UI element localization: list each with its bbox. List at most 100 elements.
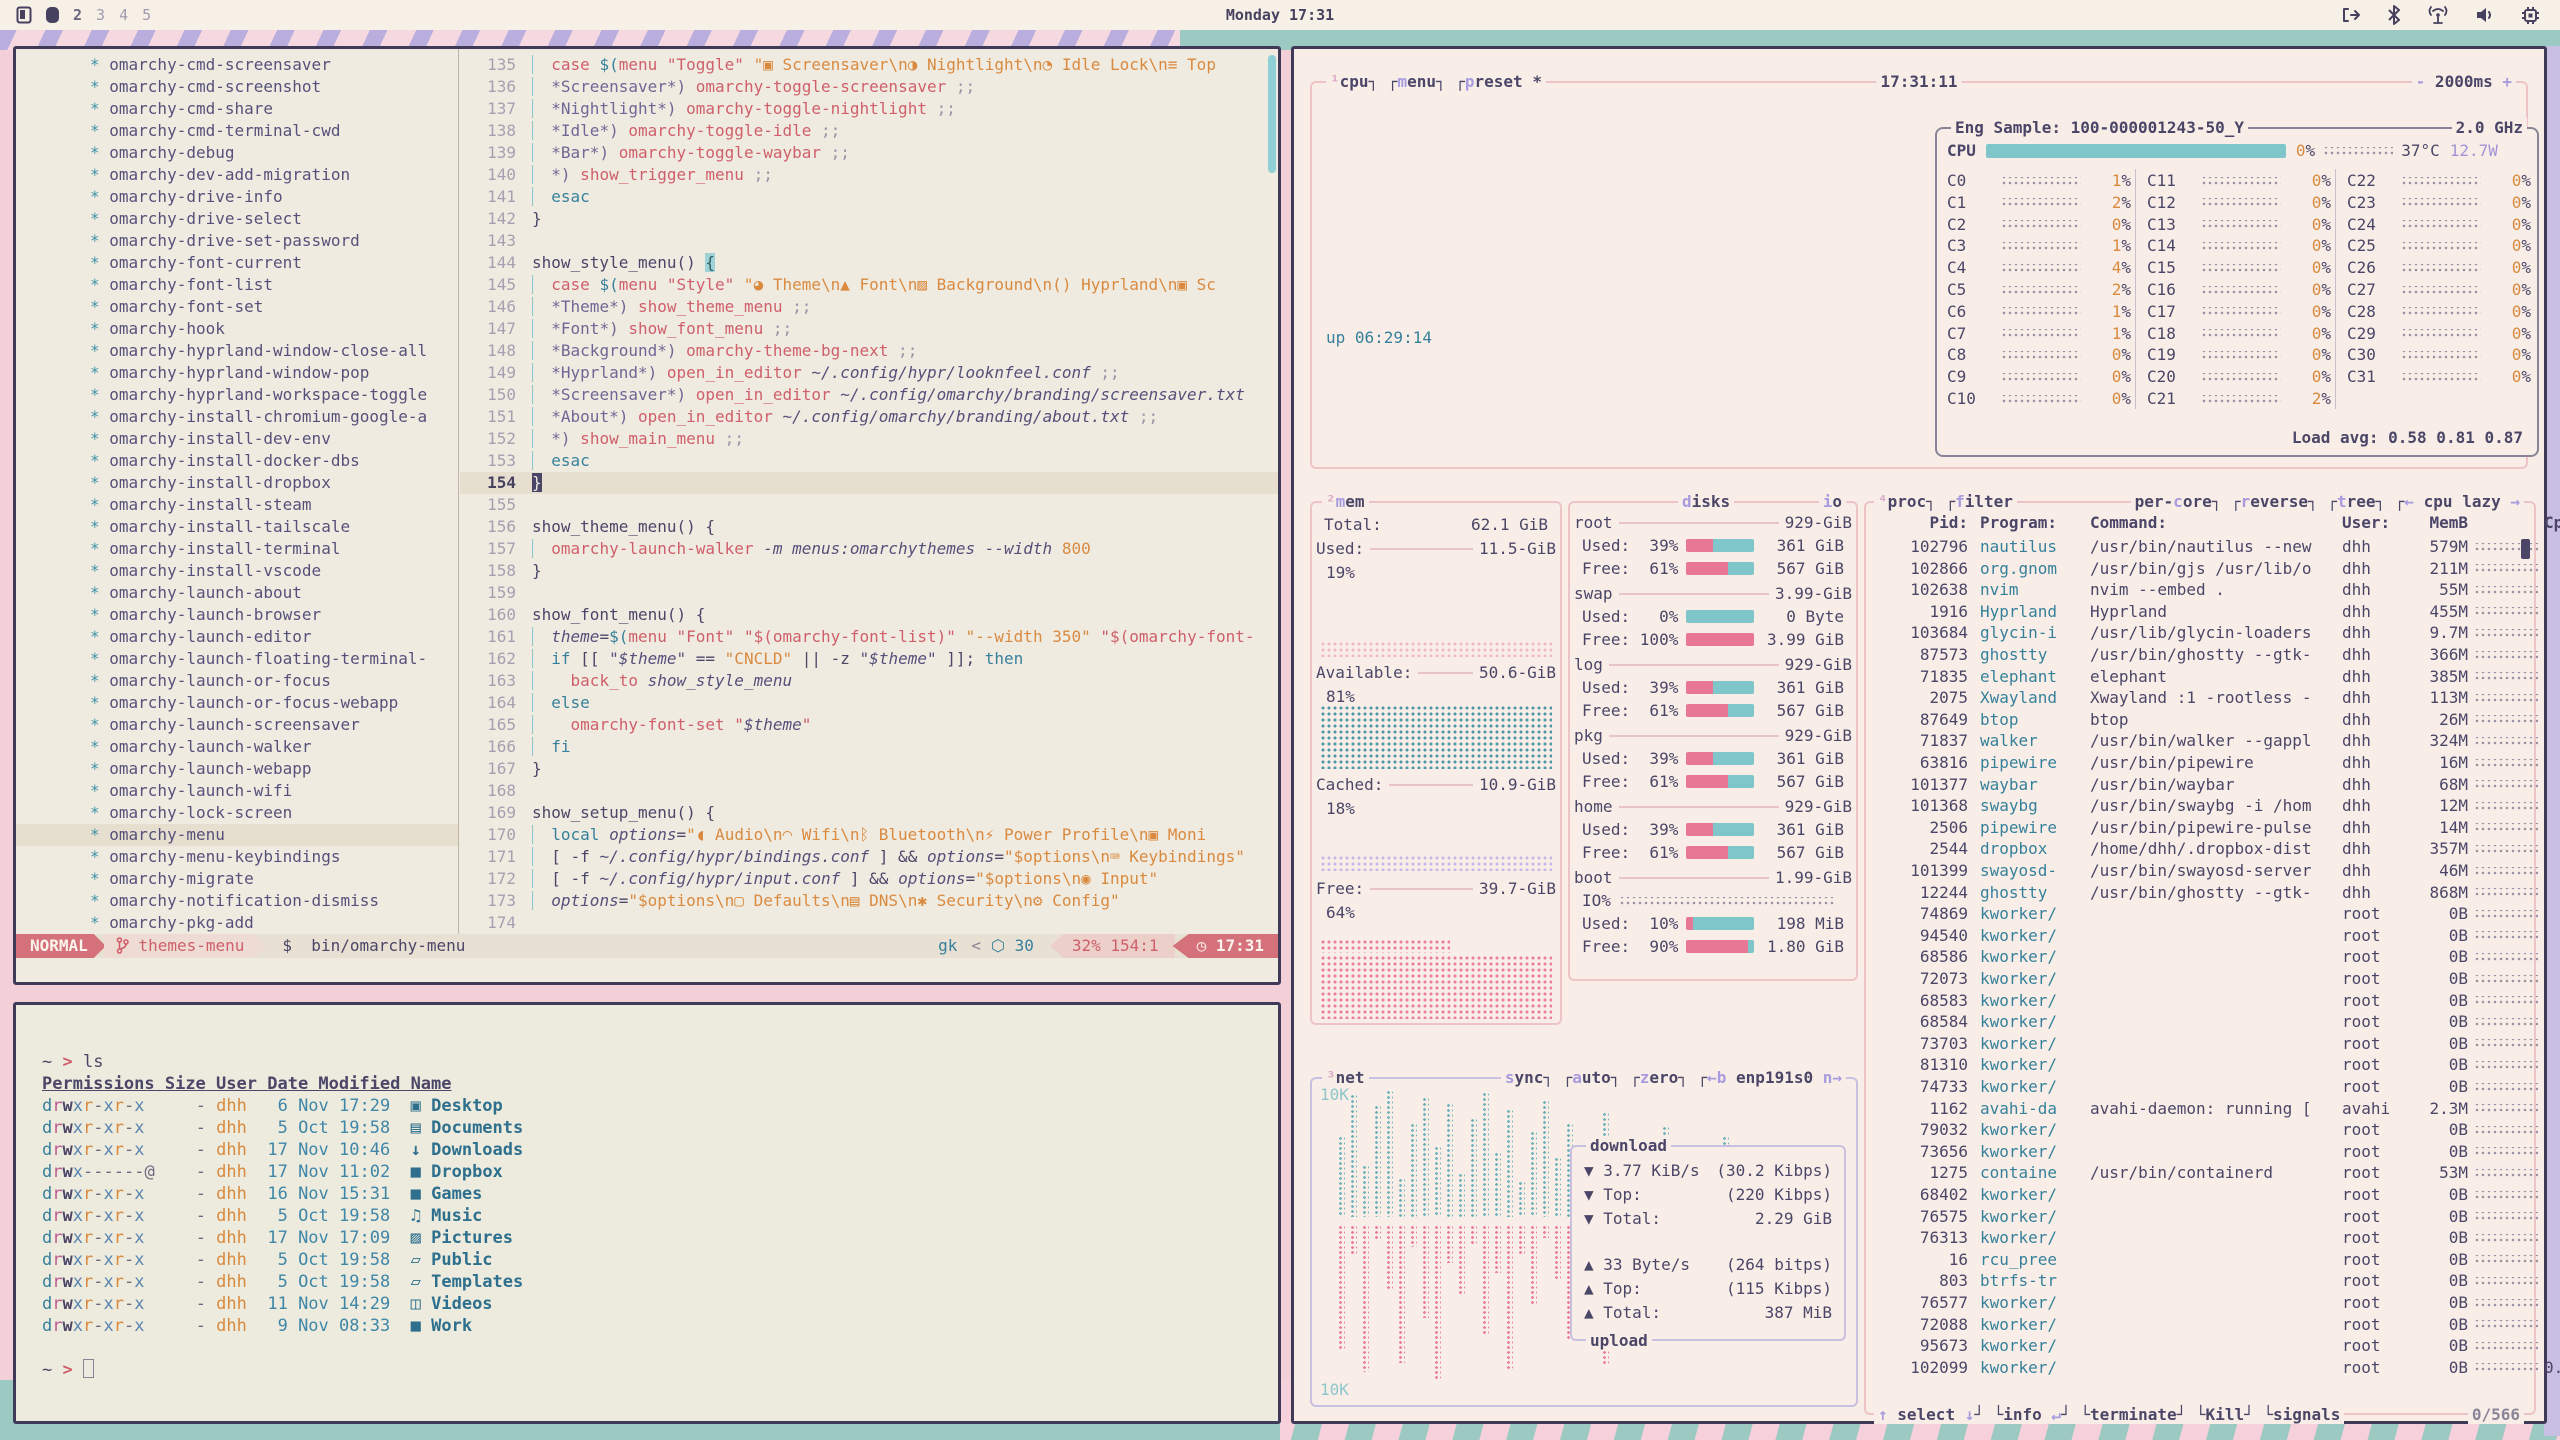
file-list-item[interactable]: * omarchy-launch-editor [16, 626, 458, 648]
disks-box-title[interactable]: disks [1678, 492, 1734, 511]
file-list-item[interactable]: * omarchy-launch-browser [16, 604, 458, 626]
file-list-item[interactable]: * omarchy-debug [16, 142, 458, 164]
file-list-item[interactable]: * omarchy-cmd-screenshot [16, 76, 458, 98]
process-row[interactable]: 87573ghostty/usr/bin/ghostty --gtk-dhh36… [1876, 645, 2520, 664]
net-tabs[interactable]: sync┐ ┌auto┐ ┌zero┐ ┌←b enp191s0 n→ [1501, 1068, 1846, 1087]
mem-box-title[interactable]: ²mem [1322, 492, 1369, 511]
process-row[interactable]: 101368swaybg/usr/bin/swaybg -i /homdhh12… [1876, 796, 2520, 815]
refresh-interval[interactable]: - 2000ms + [2412, 72, 2516, 91]
process-row[interactable]: 68583kworker/root0B0.0 [1876, 991, 2520, 1010]
file-list-item[interactable]: * omarchy-launch-about [16, 582, 458, 604]
proc-header-row[interactable]: Pid: Program: Command: User: MemB Cpu% ↑ [1876, 513, 2520, 532]
proc-tabs-right[interactable]: per-core┐ ┌reverse┐ ┌tree┐ ┌← cpu lazy → [2131, 492, 2524, 511]
file-list-item[interactable]: * omarchy-cmd-screensaver [16, 54, 458, 76]
code-line[interactable]: 157▏ omarchy-launch-walker -m menus:omar… [460, 538, 1278, 560]
code-line[interactable]: 154} [460, 472, 1278, 494]
file-list-item[interactable]: * omarchy-install-steam [16, 494, 458, 516]
code-line[interactable]: 136▏ *Screensaver*) omarchy-toggle-scree… [460, 76, 1278, 98]
code-line[interactable]: 167} [460, 758, 1278, 780]
process-row[interactable]: 73703kworker/root0B0.0 [1876, 1034, 2520, 1053]
process-row[interactable]: 68402kworker/root0B0.0 [1876, 1185, 2520, 1204]
code-pane[interactable]: 135▏ case $(menu "Toggle" "▣ Screensaver… [460, 49, 1278, 934]
ls-file-row[interactable]: drwxr-xr-x - dhh 11 Nov 14:29 ◫ Videos [42, 1293, 1278, 1315]
process-row[interactable]: 102796nautilus/usr/bin/nautilus --newdhh… [1876, 537, 2520, 556]
file-list-item[interactable]: * omarchy-menu-keybindings [16, 846, 458, 868]
ls-file-row[interactable]: drwxr-xr-x - dhh 9 Nov 08:33 ■ Work [42, 1315, 1278, 1337]
process-row[interactable]: 74869kworker/root0B0.0 [1876, 904, 2520, 923]
file-list-item[interactable]: * omarchy-install-docker-dbs [16, 450, 458, 472]
code-line[interactable]: 168 [460, 780, 1278, 802]
code-line[interactable]: 148▏ *Background*) omarchy-theme-bg-next… [460, 340, 1278, 362]
ls-file-row[interactable]: drwxr-xr-x - dhh 5 Oct 19:58 ♫ Music [42, 1205, 1278, 1227]
process-row[interactable]: 79032kworker/root0B0.0 [1876, 1120, 2520, 1139]
code-line[interactable]: 142} [460, 208, 1278, 230]
process-row[interactable]: 71835elephantelephantdhh385M0.0 [1876, 667, 2520, 686]
code-line[interactable]: 139▏ *Bar*) omarchy-toggle-waybar ;; [460, 142, 1278, 164]
code-line[interactable]: 164▏ else [460, 692, 1278, 714]
code-line[interactable]: 158} [460, 560, 1278, 582]
code-line[interactable]: 172▏ [ -f ~/.config/hypr/input.conf ] &&… [460, 868, 1278, 890]
code-line[interactable]: 165▏ omarchy-font-set "$theme" [460, 714, 1278, 736]
process-row[interactable]: 76575kworker/root0B0.0 [1876, 1207, 2520, 1226]
code-line[interactable]: 163▏ back_to show_style_menu [460, 670, 1278, 692]
proc-tabs-left[interactable]: ⁴proc┐ ┌filter [1874, 492, 2017, 511]
file-list-item[interactable]: * omarchy-launch-walker [16, 736, 458, 758]
code-line[interactable]: 138▏ *Idle*) omarchy-toggle-idle ;; [460, 120, 1278, 142]
ls-file-row[interactable]: drwx------@ - dhh 17 Nov 11:02 ■ Dropbox [42, 1161, 1278, 1183]
process-row[interactable]: 72073kworker/root0B0.0 [1876, 969, 2520, 988]
code-line[interactable]: 152▏ *) show_main_menu ;; [460, 428, 1278, 450]
process-row[interactable]: 87649btopbtopdhh26M0.0 [1876, 710, 2520, 729]
process-row[interactable]: 803btrfs-trroot0B0.0 [1876, 1271, 2520, 1290]
ls-file-row[interactable]: drwxr-xr-x - dhh 17 Nov 10:46 ↓ Download… [42, 1139, 1278, 1161]
process-row[interactable]: 68584kworker/root0B0.0 [1876, 1012, 2520, 1031]
file-list-item[interactable]: * omarchy-drive-set-password [16, 230, 458, 252]
code-line[interactable]: 161▏ theme=$(menu "Font" "$(omarchy-font… [460, 626, 1278, 648]
process-row[interactable]: 2075XwaylandXwayland :1 -rootless -dhh11… [1876, 688, 2520, 707]
file-list-item[interactable]: * omarchy-install-chromium-google-a [16, 406, 458, 428]
code-line[interactable]: 169show_setup_menu() { [460, 802, 1278, 824]
ls-file-row[interactable]: drwxr-xr-x - dhh 17 Nov 17:09 ▨ Pictures [42, 1227, 1278, 1249]
code-line[interactable]: 153▏ esac [460, 450, 1278, 472]
process-row[interactable]: 101377waybar/usr/bin/waybardhh68M0.0 [1876, 775, 2520, 794]
process-row[interactable]: 73656kworker/root0B0.0 [1876, 1142, 2520, 1161]
file-list-item[interactable]: * omarchy-launch-screensaver [16, 714, 458, 736]
file-list-item[interactable]: * omarchy-install-dropbox [16, 472, 458, 494]
ls-file-row[interactable]: drwxr-xr-x - dhh 5 Oct 19:58 ▤ Documents [42, 1117, 1278, 1139]
file-list-item[interactable]: * omarchy-hyprland-workspace-toggle [16, 384, 458, 406]
editor-scrollbar[interactable] [1268, 55, 1276, 173]
file-list-item[interactable]: * omarchy-hyprland-window-pop [16, 362, 458, 384]
code-line[interactable]: 166▏ fi [460, 736, 1278, 758]
code-line[interactable]: 141▏ esac [460, 186, 1278, 208]
file-list-item[interactable]: * omarchy-launch-or-focus-webapp [16, 692, 458, 714]
proc-scrollbar[interactable] [2521, 539, 2530, 559]
file-list-item[interactable]: * omarchy-launch-or-focus [16, 670, 458, 692]
cpu-box-tabs[interactable]: ¹cpu┐ ┌menu┐ ┌preset * [1326, 72, 1546, 91]
process-row[interactable]: 1162avahi-daavahi-daemon: running [avahi… [1876, 1099, 2520, 1118]
process-row[interactable]: 68586kworker/root0B0.0 [1876, 947, 2520, 966]
file-list-item[interactable]: * omarchy-hyprland-window-close-all [16, 340, 458, 362]
file-list-item[interactable]: * omarchy-font-current [16, 252, 458, 274]
code-line[interactable]: 160show_font_menu() { [460, 604, 1278, 626]
file-list-item[interactable]: * omarchy-drive-select [16, 208, 458, 230]
file-list-item[interactable]: * omarchy-pkg-add [16, 912, 458, 934]
code-line[interactable]: 170▏ local options="◖ Audio\n◠ Wifi\nᛒ B… [460, 824, 1278, 846]
ls-file-row[interactable]: drwxr-xr-x - dhh 16 Nov 15:31 ■ Games [42, 1183, 1278, 1205]
file-list-item[interactable]: * omarchy-notification-dismiss [16, 890, 458, 912]
process-row[interactable]: 102866org.gnom/usr/bin/gjs /usr/lib/odhh… [1876, 559, 2520, 578]
ls-file-row[interactable]: drwxr-xr-x - dhh 5 Oct 19:58 ▱ Templates [42, 1271, 1278, 1293]
code-line[interactable]: 144show_style_menu() { [460, 252, 1278, 274]
file-list-item[interactable]: * omarchy-font-list [16, 274, 458, 296]
prompt-line-empty[interactable]: ~ > [42, 1359, 1278, 1381]
process-row[interactable]: 81310kworker/root0B0.0 [1876, 1055, 2520, 1074]
code-line[interactable]: 162▏ if [[ "$theme" == "CNCLD" || -z "$t… [460, 648, 1278, 670]
file-list-item[interactable]: * omarchy-font-set [16, 296, 458, 318]
io-tab[interactable]: io [1819, 492, 1846, 511]
code-line[interactable]: 174 [460, 912, 1278, 934]
process-row[interactable]: 101399swayosd-/usr/bin/swayosd-serverdhh… [1876, 861, 2520, 880]
ls-file-row[interactable]: drwxr-xr-x - dhh 6 Nov 17:29 ▣ Desktop [42, 1095, 1278, 1117]
process-row[interactable]: 12244ghostty/usr/bin/ghostty --gtk-dhh86… [1876, 883, 2520, 902]
file-list-item[interactable]: * omarchy-launch-webapp [16, 758, 458, 780]
code-line[interactable]: 147▏ *Font*) show_font_menu ;; [460, 318, 1278, 340]
code-line[interactable]: 173▏ options="$options\n▢ Defaults\n▤ DN… [460, 890, 1278, 912]
code-line[interactable]: 146▏ *Theme*) show_theme_menu ;; [460, 296, 1278, 318]
